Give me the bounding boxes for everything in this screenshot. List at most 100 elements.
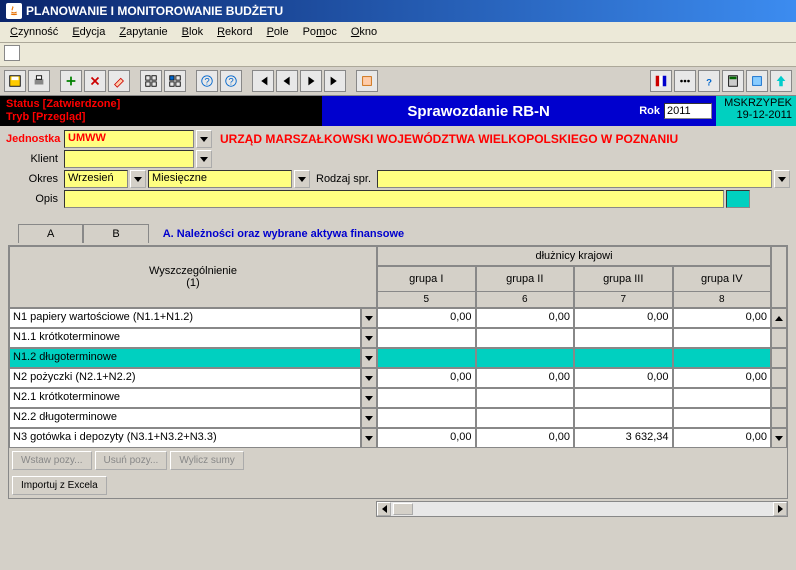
menu-edycja[interactable]: Edycja [66,24,111,40]
row-value[interactable] [476,348,575,368]
tab-b[interactable]: B [83,224,148,243]
menu-rekord[interactable]: Rekord [211,24,258,40]
dots-button[interactable] [674,70,696,92]
row-value[interactable] [673,328,772,348]
row-value[interactable] [574,408,673,428]
jednostka-dropdown[interactable] [196,130,212,148]
hscroll-left[interactable] [377,502,391,516]
vscroll-track[interactable] [771,408,787,428]
row-value[interactable] [673,408,772,428]
row-value[interactable]: 0,00 [673,428,772,448]
row-name[interactable]: N3 gotówka i depozyty (N3.1+N3.2+N3.3) [9,428,361,448]
menu-zapytanie[interactable]: Zapytanie [113,24,173,40]
row-value[interactable] [574,328,673,348]
flag-button[interactable] [650,70,672,92]
klient-field[interactable] [64,150,194,168]
row-value[interactable]: 0,00 [673,368,772,388]
row-dropdown[interactable] [361,368,377,388]
vscroll-up[interactable] [771,308,787,328]
first-button[interactable] [252,70,274,92]
row-value[interactable]: 0,00 [377,308,476,328]
settings-button[interactable] [746,70,768,92]
row-value[interactable] [673,348,772,368]
row-value[interactable]: 0,00 [574,368,673,388]
row-value[interactable] [377,388,476,408]
row-value[interactable] [377,348,476,368]
tab-a[interactable]: A [18,224,83,243]
delete-button[interactable] [84,70,106,92]
row-name[interactable]: N2.2 długoterminowe [9,408,361,428]
row-name[interactable]: N1 papiery wartościowe (N1.1+N1.2) [9,308,361,328]
okres-type-dropdown[interactable] [294,170,310,188]
help1-button[interactable]: ? [196,70,218,92]
wylicz-button[interactable]: Wylicz sumy [170,451,243,470]
row-dropdown[interactable] [361,328,377,348]
clear-button[interactable] [108,70,130,92]
hscroll-bar[interactable] [376,501,788,517]
row-dropdown[interactable] [361,428,377,448]
vscroll-track[interactable] [771,388,787,408]
rok-input[interactable] [664,103,712,119]
row-value[interactable] [476,408,575,428]
rodzaj-field[interactable] [377,170,772,188]
menu-czynnosc[interactable]: Czynność [4,24,64,40]
last-button[interactable] [324,70,346,92]
menu-okno[interactable]: Okno [345,24,383,40]
row-value[interactable] [377,408,476,428]
rodzaj-dropdown[interactable] [774,170,790,188]
row-value[interactable] [476,388,575,408]
row-value[interactable]: 0,00 [574,308,673,328]
next-button[interactable] [300,70,322,92]
okres-month-field[interactable]: Wrzesień [64,170,128,188]
row-dropdown[interactable] [361,408,377,428]
row-value[interactable] [574,388,673,408]
vscroll-track[interactable] [771,368,787,388]
grid2-button[interactable] [164,70,186,92]
okres-type-field[interactable]: Miesięczne [148,170,292,188]
vscroll-down[interactable] [771,428,787,448]
row-name[interactable]: N1.1 krótkoterminowe [9,328,361,348]
prev-button[interactable] [276,70,298,92]
row-value[interactable] [377,328,476,348]
jednostka-field[interactable]: UMWW [64,130,194,148]
calc-button[interactable] [722,70,744,92]
add-button[interactable] [60,70,82,92]
row-value[interactable]: 0,00 [377,368,476,388]
row-value[interactable]: 0,00 [476,368,575,388]
exit-button[interactable] [770,70,792,92]
row-name[interactable]: N2 pożyczki (N2.1+N2.2) [9,368,361,388]
row-value[interactable]: 0,00 [476,308,575,328]
row-name[interactable]: N2.1 krótkoterminowe [9,388,361,408]
import-button[interactable]: Importuj z Excela [12,476,107,495]
tool-button[interactable] [356,70,378,92]
row-dropdown[interactable] [361,388,377,408]
opis-field[interactable] [64,190,724,208]
menu-pole[interactable]: Pole [261,24,295,40]
wstaw-button[interactable]: Wstaw pozy... [12,451,92,470]
hscroll-right[interactable] [773,502,787,516]
row-value[interactable]: 0,00 [673,308,772,328]
okres-month-dropdown[interactable] [130,170,146,188]
vscroll-track[interactable] [771,348,787,368]
row-value[interactable] [673,388,772,408]
row-value[interactable] [476,328,575,348]
grid1-button[interactable] [140,70,162,92]
row-dropdown[interactable] [361,348,377,368]
usun-button[interactable]: Usuń pozy... [95,451,168,470]
row-value[interactable]: 0,00 [377,428,476,448]
row-value[interactable] [574,348,673,368]
save-button[interactable] [4,70,26,92]
vscroll-track[interactable] [771,328,787,348]
hscroll-thumb[interactable] [393,503,413,515]
klient-dropdown[interactable] [196,150,212,168]
help2-button[interactable]: ? [220,70,242,92]
row-value[interactable]: 0,00 [476,428,575,448]
row-value[interactable]: 3 632,34 [574,428,673,448]
print-button[interactable] [28,70,50,92]
menu-pomoc[interactable]: Pomoc [297,24,343,40]
row-dropdown[interactable] [361,308,377,328]
row-name[interactable]: N1.2 długoterminowe [9,348,361,368]
user-info: MSKRZYPEK 19-12-2011 [716,96,796,126]
help3-button[interactable]: ? [698,70,720,92]
menu-blok[interactable]: Blok [176,24,209,40]
